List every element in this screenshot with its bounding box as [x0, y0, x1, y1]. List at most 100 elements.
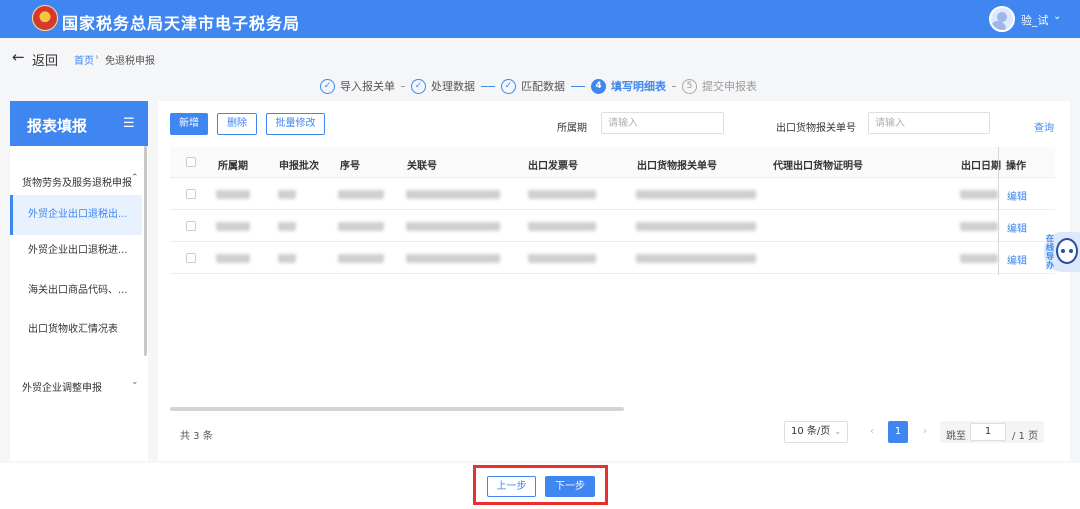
assistant-avatar-icon	[1056, 238, 1078, 264]
next-step-button[interactable]: 下一步	[545, 476, 595, 497]
sidebar-item-receipt-status[interactable]: 出口货物收汇情况表	[10, 310, 142, 350]
chevron-down-icon[interactable]: ⌄	[131, 377, 139, 387]
page-size-select[interactable]: 10 条/页 ⌄	[784, 421, 848, 443]
column-header: 代理出口货物证明号	[773, 161, 863, 172]
column-header: 序号	[340, 161, 360, 172]
step-label: 提交申报表	[702, 80, 757, 93]
edit-link[interactable]: 编辑	[1007, 220, 1027, 235]
sidebar-group-refund[interactable]: 货物劳务及服务退税申报	[22, 174, 132, 189]
sidebar-group-adjust[interactable]: 外贸企业调整申报	[22, 379, 102, 394]
table-row[interactable]: 编辑	[170, 242, 1055, 274]
redacted-cell	[406, 254, 500, 263]
redacted-cell	[406, 222, 500, 231]
redacted-cell	[278, 254, 296, 263]
chevron-down-icon: ⌄	[834, 427, 841, 436]
redacted-cell	[406, 190, 500, 199]
online-assistant-widget[interactable]: 在线导办	[1044, 232, 1080, 272]
step-label: 处理数据	[431, 80, 475, 93]
redacted-cell	[338, 254, 384, 263]
period-label: 所属期	[557, 123, 587, 134]
breadcrumb-current: 免退税申报	[105, 56, 155, 67]
sidebar: 报表填报 ☰ 货物劳务及服务退税申报 ⌃ 外贸企业出口退税出... 外贸企业出口…	[10, 101, 148, 461]
jump-page-input[interactable]: 1	[970, 423, 1006, 441]
fixed-column-divider	[998, 147, 999, 275]
edit-link[interactable]: 编辑	[1007, 252, 1027, 267]
redacted-cell	[216, 222, 250, 231]
check-icon: ✓	[501, 78, 516, 94]
sidebar-item-customs-code[interactable]: 海关出口商品代码、...	[10, 271, 142, 311]
page-size-value: 10 条/页	[791, 426, 831, 437]
redacted-cell	[636, 190, 756, 199]
redacted-cell	[528, 190, 596, 199]
breadcrumb-home-link[interactable]: 首页	[74, 52, 94, 67]
add-button[interactable]: 新增	[170, 113, 208, 135]
select-all-checkbox[interactable]	[186, 157, 196, 167]
sidebar-item-export-refund-in[interactable]: 外贸企业出口退税进...	[10, 231, 142, 271]
next-page-icon[interactable]: ›	[923, 426, 927, 437]
previous-step-button[interactable]: 上一步	[487, 476, 536, 497]
step-connector	[481, 85, 495, 87]
step-connector	[571, 85, 585, 87]
table-row[interactable]: 编辑	[170, 178, 1055, 210]
step-match: ✓ 匹配数据	[501, 78, 565, 94]
assistant-label: 在线导办	[1046, 234, 1054, 270]
step-import: ✓ 导入报关单	[320, 78, 395, 94]
redacted-cell	[960, 254, 998, 263]
sidebar-scrollbar[interactable]	[144, 146, 147, 356]
row-checkbox[interactable]	[186, 253, 196, 263]
column-header: 申报批次	[279, 161, 319, 172]
customs-number-label: 出口货物报关单号	[776, 123, 856, 134]
redacted-cell	[216, 254, 250, 263]
jump-prefix: 跳至	[946, 431, 966, 442]
page-number-current[interactable]: 1	[888, 421, 908, 443]
redacted-cell	[278, 190, 296, 199]
redacted-cell	[278, 222, 296, 231]
column-header: 所属期	[218, 161, 248, 172]
sidebar-title: 报表填报	[27, 117, 88, 135]
redacted-cell	[338, 190, 384, 199]
check-icon: ✓	[320, 78, 335, 94]
column-header: 出口货物报关单号	[637, 161, 717, 172]
chevron-down-icon[interactable]: ⌄	[1053, 11, 1061, 22]
step-connector	[672, 85, 676, 87]
chevron-up-icon[interactable]: ⌃	[131, 173, 139, 183]
redacted-cell	[636, 254, 756, 263]
table-header: 所属期 申报批次 序号 关联号 出口发票号 出口货物报关单号 代理出口货物证明号…	[170, 147, 1055, 178]
edit-link[interactable]: 编辑	[1007, 188, 1027, 203]
prev-page-icon[interactable]: ‹	[870, 426, 874, 437]
back-link[interactable]: 返回	[32, 50, 58, 69]
top-header: 国家税务总局天津市电子税务局 验_试 ⌄	[0, 0, 1080, 38]
redacted-cell	[528, 254, 596, 263]
menu-icon[interactable]: ☰	[123, 116, 135, 131]
step-connector	[401, 85, 405, 87]
redacted-cell	[960, 190, 998, 199]
table-row[interactable]: 编辑	[170, 210, 1055, 242]
delete-button[interactable]: 删除	[217, 113, 257, 135]
row-checkbox[interactable]	[186, 189, 196, 199]
step-number-icon: 4	[591, 78, 606, 94]
row-checkbox[interactable]	[186, 221, 196, 231]
step-process: ✓ 处理数据	[411, 78, 475, 94]
user-name[interactable]: 验_试	[1021, 12, 1049, 28]
breadcrumb-separator: ›	[95, 52, 99, 63]
period-input[interactable]	[601, 112, 724, 134]
main-panel: 新增 删除 批量修改 所属期 出口货物报关单号 查询 所属期 申报批次 序号 关…	[158, 101, 1070, 461]
step-submit: 5 提交申报表	[682, 78, 757, 94]
app-title: 国家税务总局天津市电子税务局	[62, 14, 301, 33]
column-header: 操作	[1006, 161, 1026, 172]
customs-number-input[interactable]	[868, 112, 990, 134]
total-count: 共 3 条	[180, 431, 213, 442]
step-label: 填写明细表	[611, 80, 666, 93]
table-horizontal-scrollbar[interactable]	[170, 407, 624, 411]
user-avatar-icon[interactable]	[989, 6, 1015, 32]
column-header: 出口发票号	[528, 161, 578, 172]
column-header: 关联号	[407, 161, 437, 172]
redacted-cell	[216, 190, 250, 199]
sidebar-item-export-refund-out[interactable]: 外贸企业出口退税出...	[10, 195, 142, 235]
query-button[interactable]: 查询	[1034, 119, 1054, 134]
back-arrow-icon[interactable]: ←	[12, 48, 25, 66]
batch-edit-button[interactable]: 批量修改	[266, 113, 325, 135]
redacted-cell	[960, 222, 998, 231]
sidebar-header: 报表填报 ☰	[10, 101, 148, 146]
jump-suffix: / 1 页	[1012, 431, 1039, 442]
